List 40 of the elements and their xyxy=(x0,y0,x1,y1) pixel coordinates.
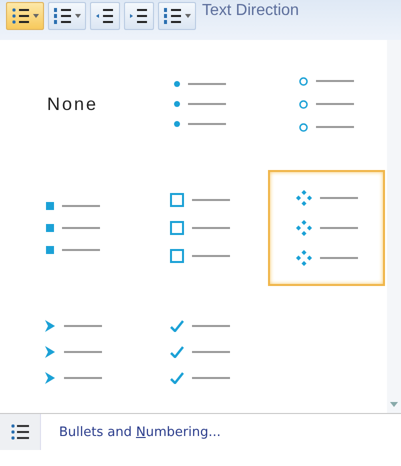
dot-bullet-icon xyxy=(174,101,180,107)
bullets-button[interactable] xyxy=(6,2,44,30)
arrow-bullet-icon xyxy=(44,320,56,332)
bullets-and-numbering-link[interactable]: Bullets and Numbering... xyxy=(41,414,221,450)
line-spacing-button[interactable] xyxy=(158,2,196,30)
increase-indent-button[interactable] xyxy=(124,2,154,30)
hollow-square-bullet-icon xyxy=(170,249,184,263)
square-bullet-icon xyxy=(46,246,54,254)
dot-bullet-icon xyxy=(174,81,180,87)
caret-icon xyxy=(75,14,81,18)
check-bullet-icon xyxy=(170,320,184,332)
text-direction-button[interactable]: Text Direction xyxy=(202,2,299,20)
arrow-bullet-icon xyxy=(44,346,56,358)
circle-bullet-icon xyxy=(299,122,308,132)
caret-icon xyxy=(33,14,39,18)
list-icon xyxy=(11,424,29,440)
decrease-indent-button[interactable] xyxy=(90,2,120,30)
decrease-indent-icon xyxy=(95,6,115,26)
scroll-down-arrow-icon[interactable] xyxy=(390,402,398,407)
square-bullet-icon xyxy=(46,202,54,210)
dot-bullet-icon xyxy=(174,121,180,127)
check-bullet-icon xyxy=(170,372,184,384)
line-spacing-icon xyxy=(163,6,183,26)
hollow-square-bullet-icon xyxy=(170,221,184,235)
hollow-square-bullet-icon xyxy=(170,193,184,207)
increase-indent-icon xyxy=(129,6,149,26)
caret-icon xyxy=(185,14,191,18)
bullet-style-option[interactable] xyxy=(268,170,385,286)
numbering-button[interactable] xyxy=(48,2,86,30)
arrow-bullet-icon xyxy=(44,372,56,384)
diamond-cluster-bullet-icon xyxy=(296,190,312,206)
scrollbar[interactable] xyxy=(387,40,401,413)
circle-bullet-icon xyxy=(299,100,308,108)
diamond-cluster-bullet-icon xyxy=(296,250,312,266)
bullets-icon xyxy=(11,6,31,26)
diamond-cluster-bullet-icon xyxy=(296,220,312,236)
numbering-icon xyxy=(53,6,73,26)
square-bullet-icon xyxy=(46,224,54,232)
circle-bullet-icon xyxy=(299,76,308,86)
check-bullet-icon xyxy=(170,346,184,358)
